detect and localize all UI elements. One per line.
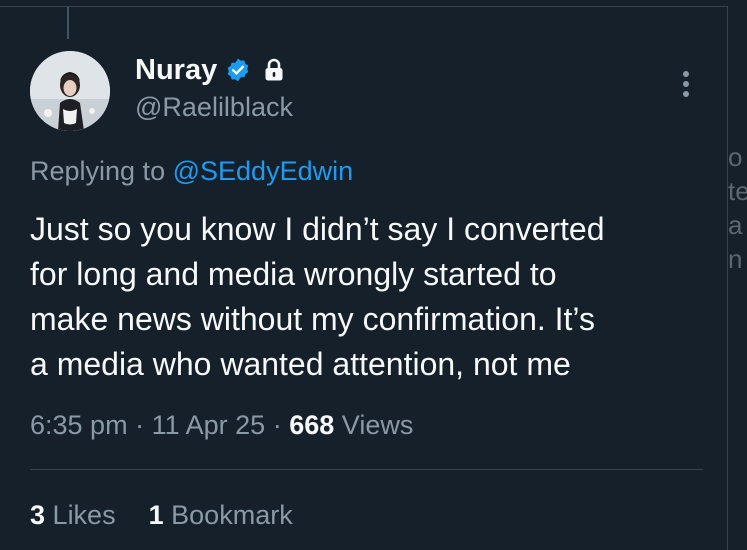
views-label: Views (341, 410, 414, 440)
replying-to-label: Replying to (30, 156, 166, 186)
reply-mention-link[interactable]: @SEddyEdwin (173, 156, 354, 186)
side-fragment-line: n (728, 244, 743, 274)
likes-stat[interactable]: 3 Likes (30, 500, 116, 530)
likes-count: 3 (30, 500, 46, 530)
user-name-row: Nuray (135, 53, 285, 87)
divider (30, 469, 703, 470)
replying-to: Replying to @SEddyEdwin (30, 154, 353, 188)
engagement-stats: 3 Likes 1 Bookmark (30, 497, 293, 533)
likes-label: Likes (52, 500, 116, 530)
tweet-screen: Nuray @Raelilblack Replying to @SEddyEdw… (0, 0, 747, 550)
side-fragment-line: o (728, 142, 743, 172)
bookmarks-stat[interactable]: 1 Bookmark (149, 500, 293, 530)
avatar[interactable] (30, 51, 110, 131)
bookmarks-label: Bookmark (171, 500, 293, 530)
views-count: 668 (289, 410, 335, 440)
display-name[interactable]: Nuray (135, 53, 217, 87)
thread-connector-line (67, 7, 69, 39)
side-fragment-line: te (728, 176, 747, 206)
avatar-image (30, 51, 110, 131)
meta-separator: · (135, 410, 145, 440)
more-options-icon[interactable] (676, 69, 696, 103)
bookmarks-count: 1 (148, 500, 164, 530)
tweet-date[interactable]: 11 Apr 25 (152, 410, 266, 440)
background-text-fragment: o te a n (728, 140, 747, 276)
user-handle[interactable]: @Raelilblack (135, 91, 293, 123)
tweet-meta: 6:35 pm · 11 Apr 25 · 668 Views (30, 407, 413, 443)
tweet-card: Nuray @Raelilblack Replying to @SEddyEdw… (0, 6, 728, 550)
verified-badge-icon[interactable] (225, 57, 251, 83)
tweet-time[interactable]: 6:35 pm (30, 410, 128, 440)
lock-icon (263, 58, 285, 82)
meta-separator: · (272, 410, 282, 440)
tweet-text: Just so you know I didn’t say I converte… (30, 211, 605, 382)
side-fragment-line: a (728, 210, 743, 240)
